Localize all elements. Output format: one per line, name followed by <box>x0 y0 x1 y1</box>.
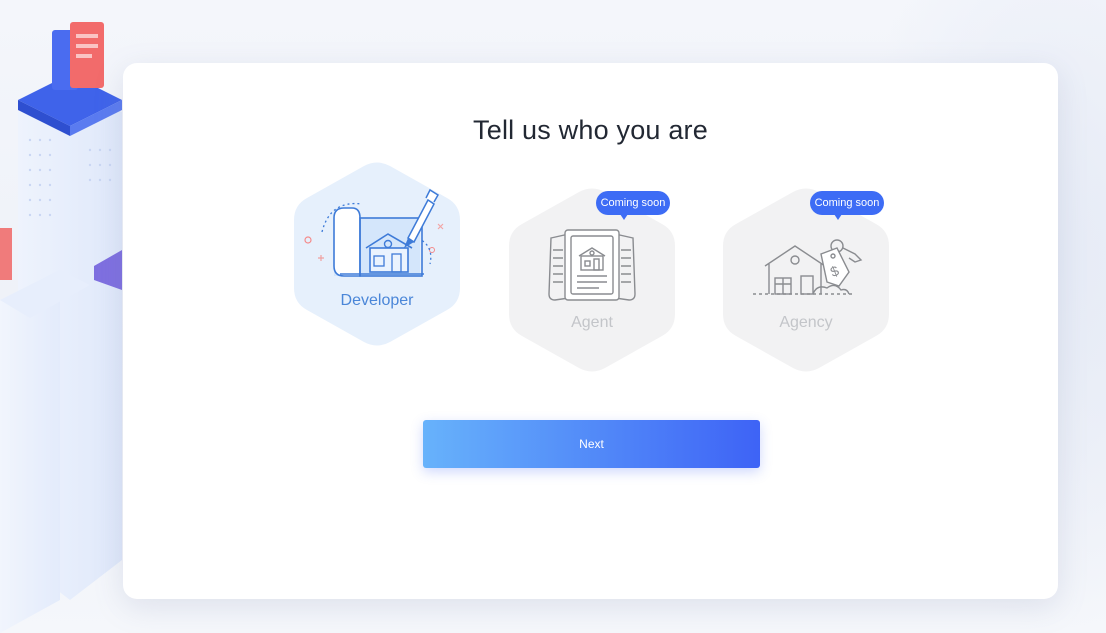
badge-text: Coming soon <box>810 191 884 215</box>
role-option-agency: $ Agency Coming soon <box>723 188 889 372</box>
role-selection-card: Tell us who you are Developer Agent Comi… <box>123 63 1058 599</box>
role-label-developer: Developer <box>340 292 414 309</box>
role-option-developer[interactable]: Developer <box>294 162 460 346</box>
badge-text: Coming soon <box>596 191 670 215</box>
next-button[interactable]: Next <box>423 420 760 468</box>
document-house-icon <box>548 229 636 301</box>
page-title: Tell us who you are <box>473 115 708 145</box>
role-label-agent: Agent <box>571 314 613 331</box>
house-price-tag-icon: $ <box>753 239 863 295</box>
coming-soon-badge: Coming soon <box>596 191 670 220</box>
blueprint-house-pen-icon <box>304 188 444 277</box>
role-option-agent: Agent Coming soon <box>509 188 675 372</box>
badge-tail <box>832 211 844 220</box>
role-label-agency: Agency <box>779 314 833 331</box>
background-building-illustration <box>0 22 122 633</box>
badge-tail <box>618 211 630 220</box>
coming-soon-badge: Coming soon <box>810 191 884 220</box>
